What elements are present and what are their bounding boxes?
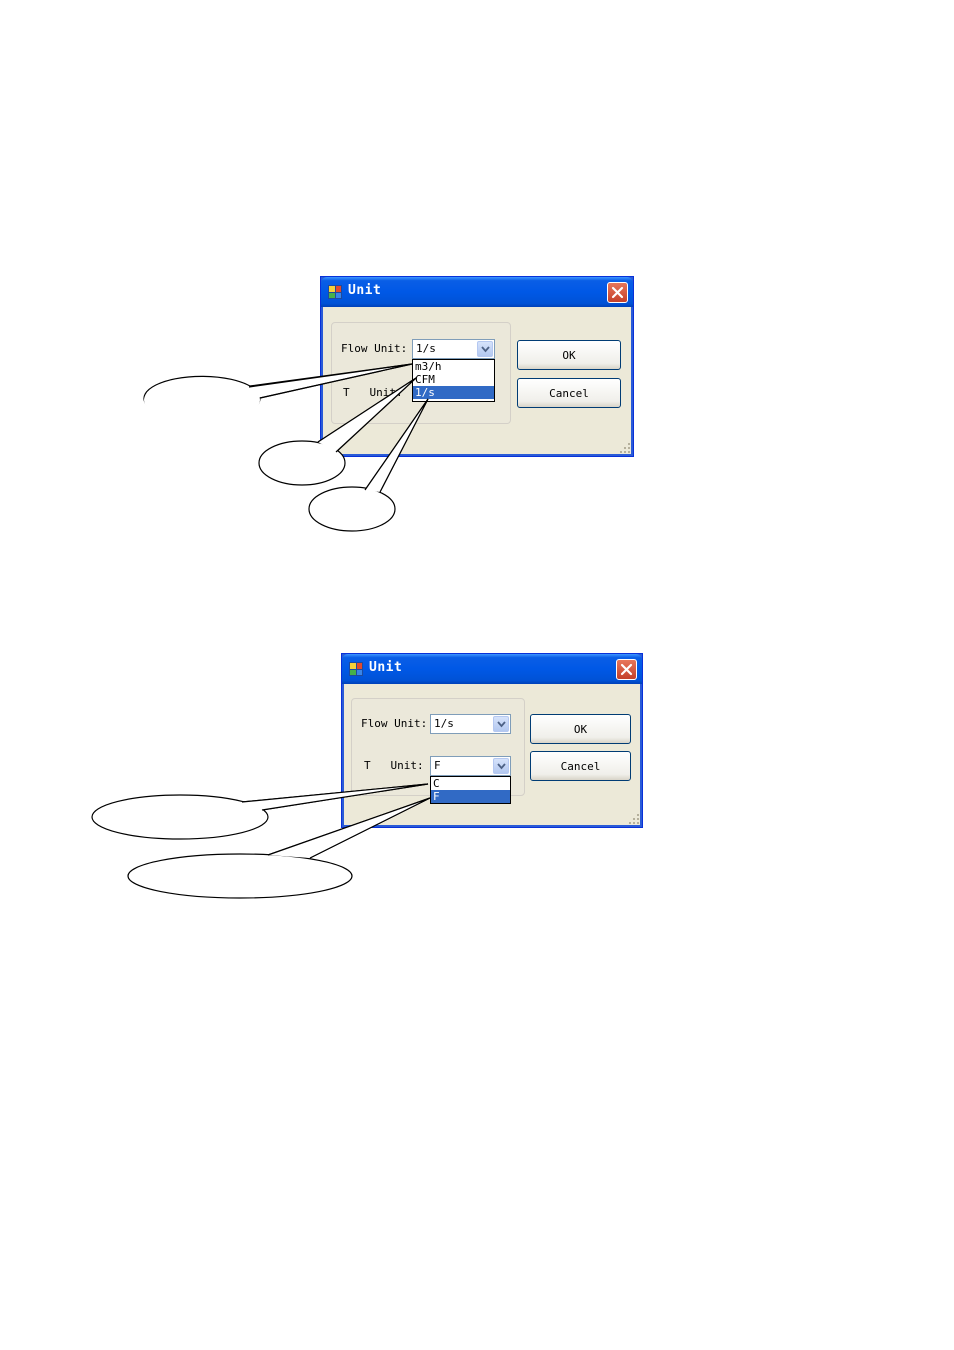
callout-annotations	[91, 363, 431, 899]
